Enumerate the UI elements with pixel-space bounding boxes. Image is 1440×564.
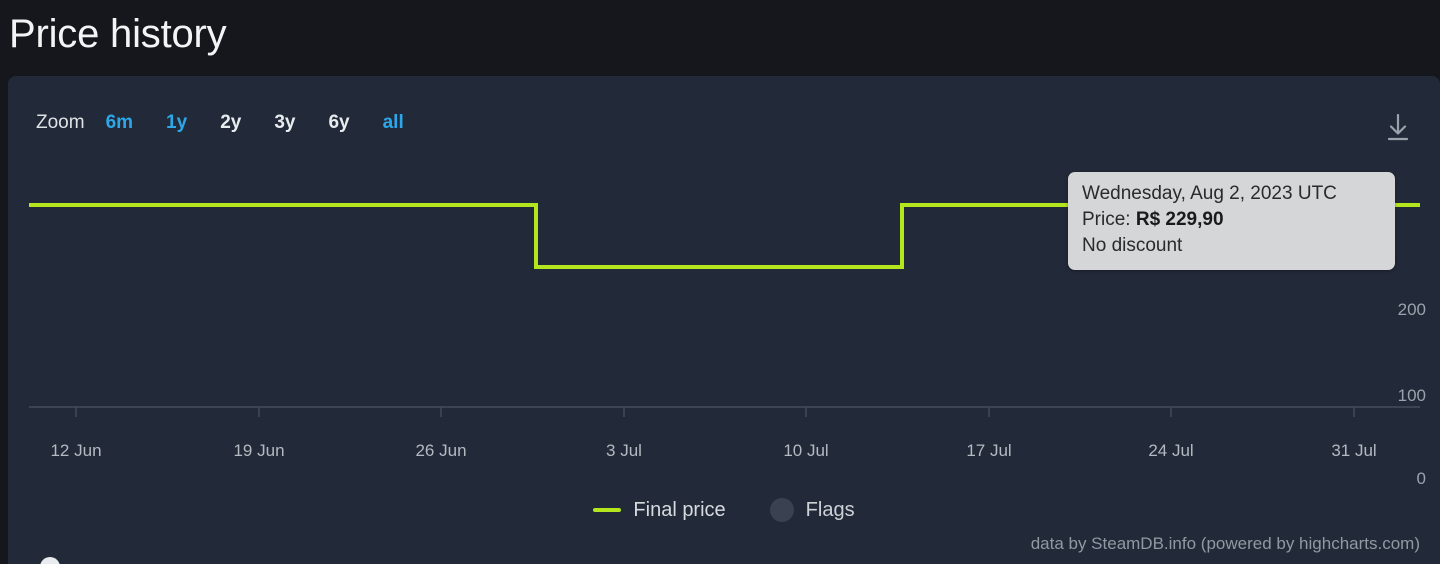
x-axis-label-10-jul: 10 Jul [783,441,829,460]
price-history-chart-panel: Zoom 6m 1y 2y 3y 6y all 200 100 0 12 Jun… [8,76,1440,564]
plot-area [29,203,1420,417]
range-button-6y[interactable]: 6y [328,112,349,134]
export-menu-button[interactable] [1378,108,1418,148]
tooltip-date: Wednesday, Aug 2, 2023 UTC [1082,183,1337,204]
range-selector-label: Zoom [36,112,85,133]
legend-line-marker-icon [593,508,622,512]
x-axis-label-26-jun: 26 Jun [415,441,467,460]
x-axis-label-31-jul: 31 Jul [1331,441,1377,460]
x-axis-label-12-jun: 12 Jun [50,441,102,460]
range-button-6m[interactable]: 6m [106,112,133,134]
y-axis-label-200: 200 [1397,300,1426,319]
tooltip-price-label: Price: [1082,209,1131,230]
range-selector: Zoom 6m 1y 2y 3y 6y all [36,112,404,134]
x-axis-ticks [75,407,1355,417]
cut-off-marker [40,557,60,564]
legend-label-final-price: Final price [633,498,726,521]
x-axis-label-24-jul: 24 Jul [1148,441,1194,460]
range-button-all[interactable]: all [383,112,404,134]
legend-item-final-price[interactable]: Final price [593,498,726,522]
range-button-1y[interactable]: 1y [166,112,187,134]
legend-label-flags: Flags [805,498,855,521]
y-axis-label-0: 0 [1416,469,1426,488]
x-axis-label-19-jun: 19 Jun [233,441,285,460]
page-title: Price history [9,12,227,56]
legend-dot-marker-icon [769,498,794,522]
x-axis-label-3-jul: 3 Jul [606,441,642,460]
tooltip-price-value: R$ 229,90 [1135,209,1224,230]
x-axis-label-17-jul: 17 Jul [966,441,1012,460]
range-button-2y[interactable]: 2y [220,112,241,134]
range-button-3y[interactable]: 3y [274,112,295,134]
tooltip-discount: No discount [1082,235,1183,256]
chart-tooltip: Wednesday, Aug 2, 2023 UTC Price: R$ 229… [1068,172,1395,270]
chart-legend: Final price Flags [8,498,1440,522]
y-axis-label-100: 100 [1397,386,1426,405]
tooltip-price-row: Price: R$ 229,90 [1082,207,1381,233]
legend-item-flags[interactable]: Flags [769,498,855,522]
chart-credits[interactable]: data by SteamDB.info (powered by highcha… [1031,534,1420,554]
download-icon [1383,112,1413,144]
